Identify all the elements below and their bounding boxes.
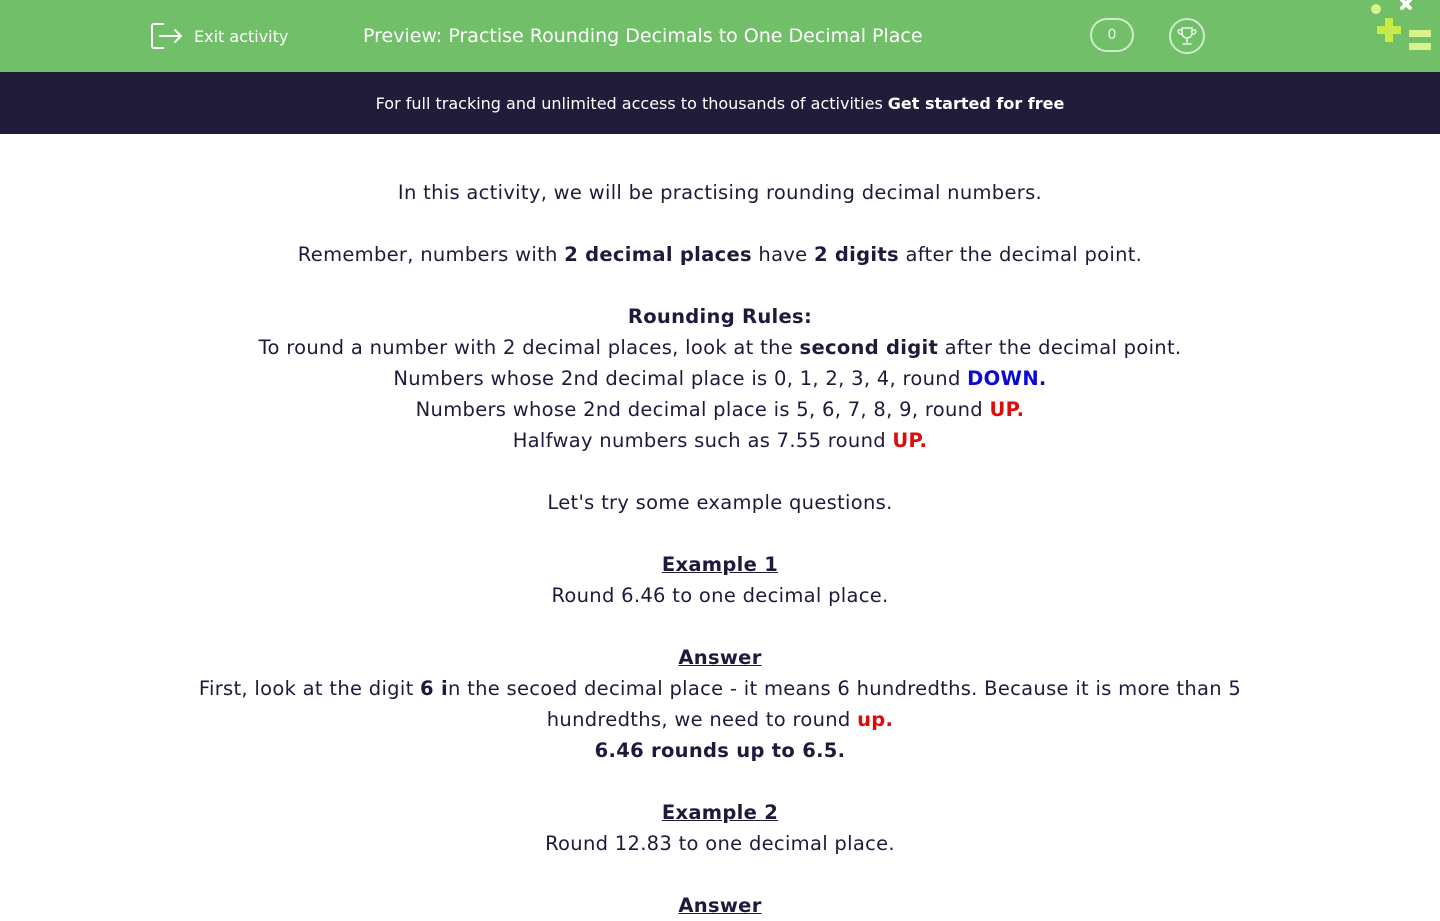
- brand-logo: [1371, 0, 1431, 50]
- exit-icon: [151, 23, 182, 49]
- try-text: Let's try some example questions.: [547, 491, 893, 514]
- answer-1-heading: Answer: [678, 646, 762, 669]
- example-2-question: Round 12.83 to one decimal place.: [545, 832, 895, 855]
- get-started-link[interactable]: Get started for free: [888, 94, 1065, 113]
- top-bar: Exit activity Preview: Practise Rounding…: [0, 0, 1440, 72]
- trophy-icon: [1177, 27, 1197, 45]
- answer-1-text: First, look at the digit 6 in the secoed…: [198, 677, 1242, 731]
- example-1-question: Round 6.46 to one decimal place.: [551, 584, 889, 607]
- answer-1-result: 6.46 rounds up to 6.5.: [594, 739, 846, 762]
- rule-line-2: Numbers whose 2nd decimal place is 0, 1,…: [393, 367, 1047, 390]
- example-1-heading: Example 1: [661, 553, 779, 576]
- example-2-heading: Example 2: [661, 801, 779, 824]
- rule-line-4: Halfway numbers such as 7.55 round UP.: [512, 429, 928, 452]
- rule-line-3: Numbers whose 2nd decimal place is 5, 6,…: [415, 398, 1025, 421]
- activity-title: Preview: Practise Rounding Decimals to O…: [363, 25, 923, 47]
- answer-2-heading: Answer: [678, 894, 762, 917]
- promo-banner: For full tracking and unlimited access t…: [0, 72, 1440, 134]
- rules-heading: Rounding Rules:: [627, 305, 813, 328]
- rule-line-1: To round a number with 2 decimal places,…: [258, 336, 1182, 359]
- exit-activity-button[interactable]: Exit activity: [150, 21, 288, 51]
- exit-activity-label: Exit activity: [194, 26, 289, 46]
- activity-content: In this activity, we will be practising …: [160, 177, 1280, 921]
- intro-text: In this activity, we will be practising …: [397, 181, 1043, 204]
- banner-text: For full tracking and unlimited access t…: [375, 93, 883, 113]
- remember-text: Remember, numbers with 2 decimal places …: [297, 243, 1143, 266]
- score-badge[interactable]: 0: [1090, 18, 1134, 52]
- trophy-button[interactable]: [1169, 18, 1205, 54]
